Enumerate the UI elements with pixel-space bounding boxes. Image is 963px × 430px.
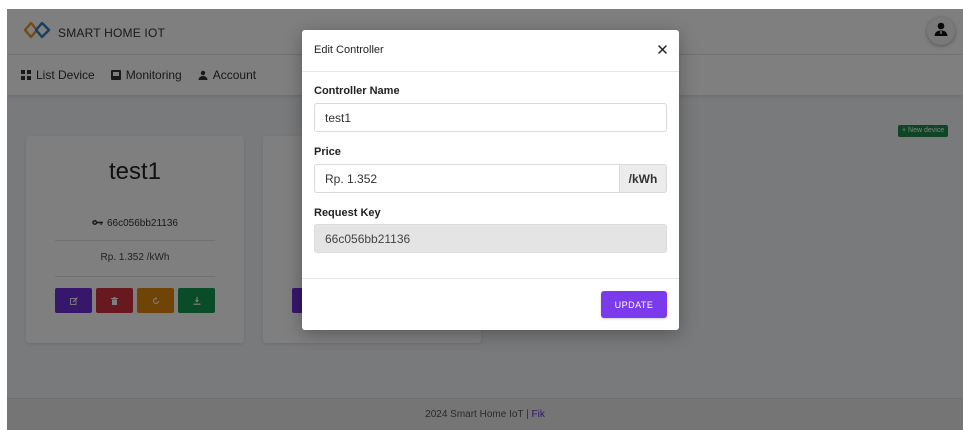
- price-input[interactable]: [314, 164, 619, 193]
- price-unit-addon: /kWh: [619, 164, 667, 193]
- controller-name-input[interactable]: [314, 103, 667, 132]
- modal-header: Edit Controller: [302, 30, 679, 72]
- request-key-label: Request Key: [314, 207, 381, 219]
- close-button[interactable]: [654, 42, 670, 58]
- price-label: Price: [314, 146, 341, 158]
- close-icon: [657, 41, 667, 59]
- modal-footer-divider: [302, 278, 679, 279]
- modal-title: Edit Controller: [314, 44, 384, 56]
- controller-name-label: Controller Name: [314, 85, 400, 97]
- price-input-group: /kWh: [314, 164, 667, 193]
- update-button[interactable]: UPDATE: [601, 291, 667, 318]
- edit-controller-modal: Edit Controller Controller Name Price /k…: [302, 30, 679, 330]
- request-key-field: [314, 224, 667, 253]
